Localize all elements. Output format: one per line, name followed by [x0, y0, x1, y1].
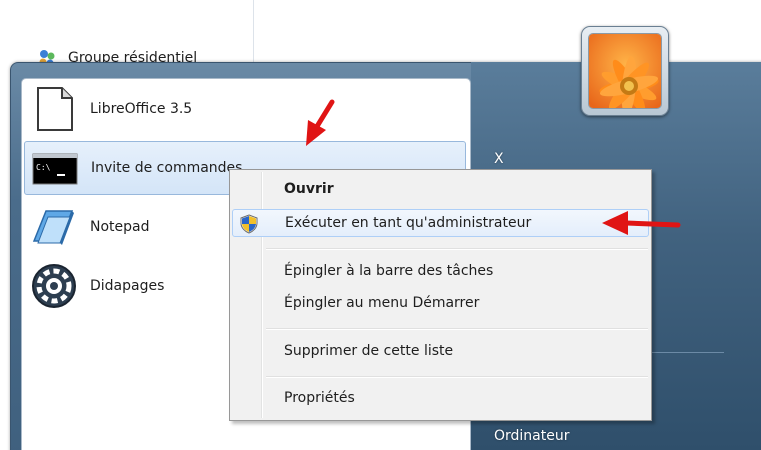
didapages-icon — [32, 264, 76, 308]
menu-item-label: Ouvrir — [284, 181, 334, 197]
libreoffice-document-icon — [37, 87, 73, 131]
program-item-libreoffice[interactable]: LibreOffice 3.5 — [24, 82, 466, 136]
menu-separator — [266, 376, 648, 377]
uac-shield-icon — [240, 214, 258, 234]
program-label: LibreOffice 3.5 — [90, 101, 193, 117]
annotation-arrow-down-icon — [306, 99, 335, 146]
menu-item-pin-to-taskbar[interactable]: Épingler à la barre des tâches — [232, 257, 649, 285]
menu-item-pin-to-start-menu[interactable]: Épingler au menu Démarrer — [232, 289, 649, 317]
menu-item-label: Supprimer de cette liste — [284, 343, 454, 359]
menu-item-properties[interactable]: Propriétés — [232, 384, 649, 412]
flower-icon — [589, 34, 661, 108]
menu-item-run-as-administrator[interactable]: Exécuter en tant qu'administrateur — [232, 209, 649, 237]
command-prompt-icon: C:\ — [32, 153, 78, 185]
menu-item-open[interactable]: Ouvrir — [232, 175, 649, 203]
program-label: Notepad — [90, 219, 150, 235]
menu-separator — [266, 248, 648, 249]
user-folder-link[interactable]: X — [494, 151, 504, 167]
explorer-pane-divider — [253, 0, 254, 70]
menu-item-label: Propriétés — [284, 390, 355, 406]
annotation-arrow-left-icon — [602, 211, 681, 235]
program-label: Invite de commandes — [91, 160, 243, 176]
context-menu: Ouvrir Exécuter en tant qu'administrateu… — [229, 169, 652, 421]
menu-separator — [266, 328, 648, 329]
menu-item-label: Épingler au menu Démarrer — [284, 295, 480, 311]
program-label: Didapages — [90, 278, 165, 294]
notepad-icon — [32, 210, 74, 245]
menu-item-label: Exécuter en tant qu'administrateur — [285, 215, 532, 231]
computer-link[interactable]: Ordinateur — [494, 428, 570, 444]
menu-item-remove-from-list[interactable]: Supprimer de cette liste — [232, 337, 649, 365]
user-account-picture[interactable] — [581, 26, 669, 116]
menu-item-label: Épingler à la barre des tâches — [284, 263, 494, 279]
flower-picture — [588, 33, 662, 109]
svg-text:C:\: C:\ — [36, 163, 51, 172]
